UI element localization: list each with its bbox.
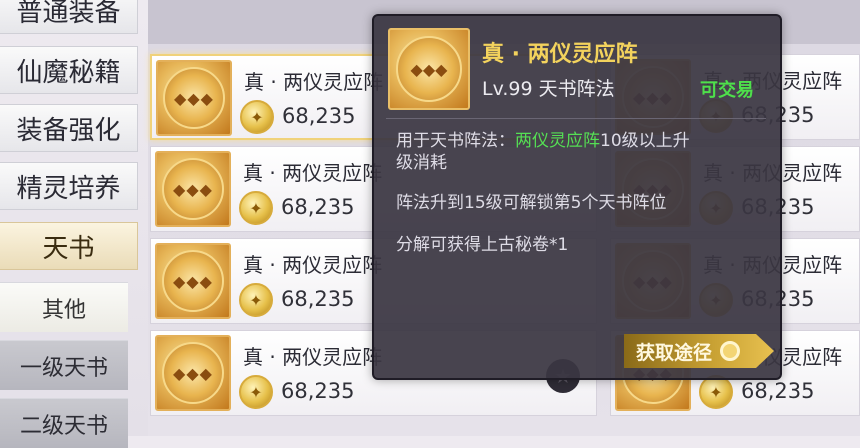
sub-tab-level2-book[interactable]: 二级天书 [0,398,128,448]
coin-icon: ✦ [239,283,273,317]
sub-tab-level1-book[interactable]: 一级天书 [0,340,128,390]
tooltip-desc-2: 阵法升到15级可解锁第5个天书阵位 [396,193,667,213]
coin-icon: ✦ [239,191,273,225]
talisman-disc-icon: ◆◆◆ [155,151,231,227]
tab-immortal-manuals[interactable]: 仙魔秘籍 [0,46,138,94]
coin-icon: ✦ [240,100,274,134]
item-price: 68,235 [281,287,355,311]
coin-icon: ✦ [239,375,273,409]
tooltip-desc-1: 用于天书阵法：两仪灵应阵10级以上升 级消耗 [396,131,690,173]
item-tooltip: ◆◆◆ 真 · 两仪灵应阵 Lv.99 天书阵法 可交易 用于天书阵法：两仪灵应… [372,14,782,380]
tab-normal-equipment[interactable]: 普通装备 [0,0,138,34]
item-name: 真 · 两仪灵应阵 [243,253,383,277]
ring-icon [720,341,741,361]
coin-icon: ✦ [699,375,733,409]
tradeable-badge: 可交易 [700,80,754,101]
tab-celestial-book[interactable]: 天书 [0,222,138,270]
get-path-label: 获取途径 [636,341,713,364]
talisman-disc-icon: ◆◆◆ [155,243,231,319]
tooltip-desc-3: 分解可获得上古秘卷*1 [396,235,569,255]
talisman-disc-icon: ◆◆◆ [155,335,231,411]
item-price: 68,235 [281,379,355,403]
item-name: 真 · 两仪灵应阵 [244,70,384,94]
tooltip-level: Lv.99 天书阵法 [482,78,615,100]
talisman-disc-icon: ◆◆◆ [156,60,232,136]
sub-tab-other[interactable]: 其他 [0,282,128,332]
tab-equipment-enhance[interactable]: 装备强化 [0,104,138,152]
tooltip-title: 真 · 两仪灵应阵 [482,42,638,67]
item-name: 真 · 两仪灵应阵 [243,161,383,185]
talisman-disc-icon: ◆◆◆ [388,28,470,110]
get-path-button[interactable]: 获取途径 [624,334,774,368]
category-sidebar: 普通装备 仙魔秘籍 装备强化 精灵培养 天书 其他 一级天书 二级天书 [0,0,150,448]
item-price: 68,235 [282,104,356,128]
divider [386,118,766,119]
item-name: 真 · 两仪灵应阵 [243,345,383,369]
tab-spirit-training[interactable]: 精灵培养 [0,162,138,210]
item-price: 68,235 [741,379,815,403]
item-price: 68,235 [281,195,355,219]
